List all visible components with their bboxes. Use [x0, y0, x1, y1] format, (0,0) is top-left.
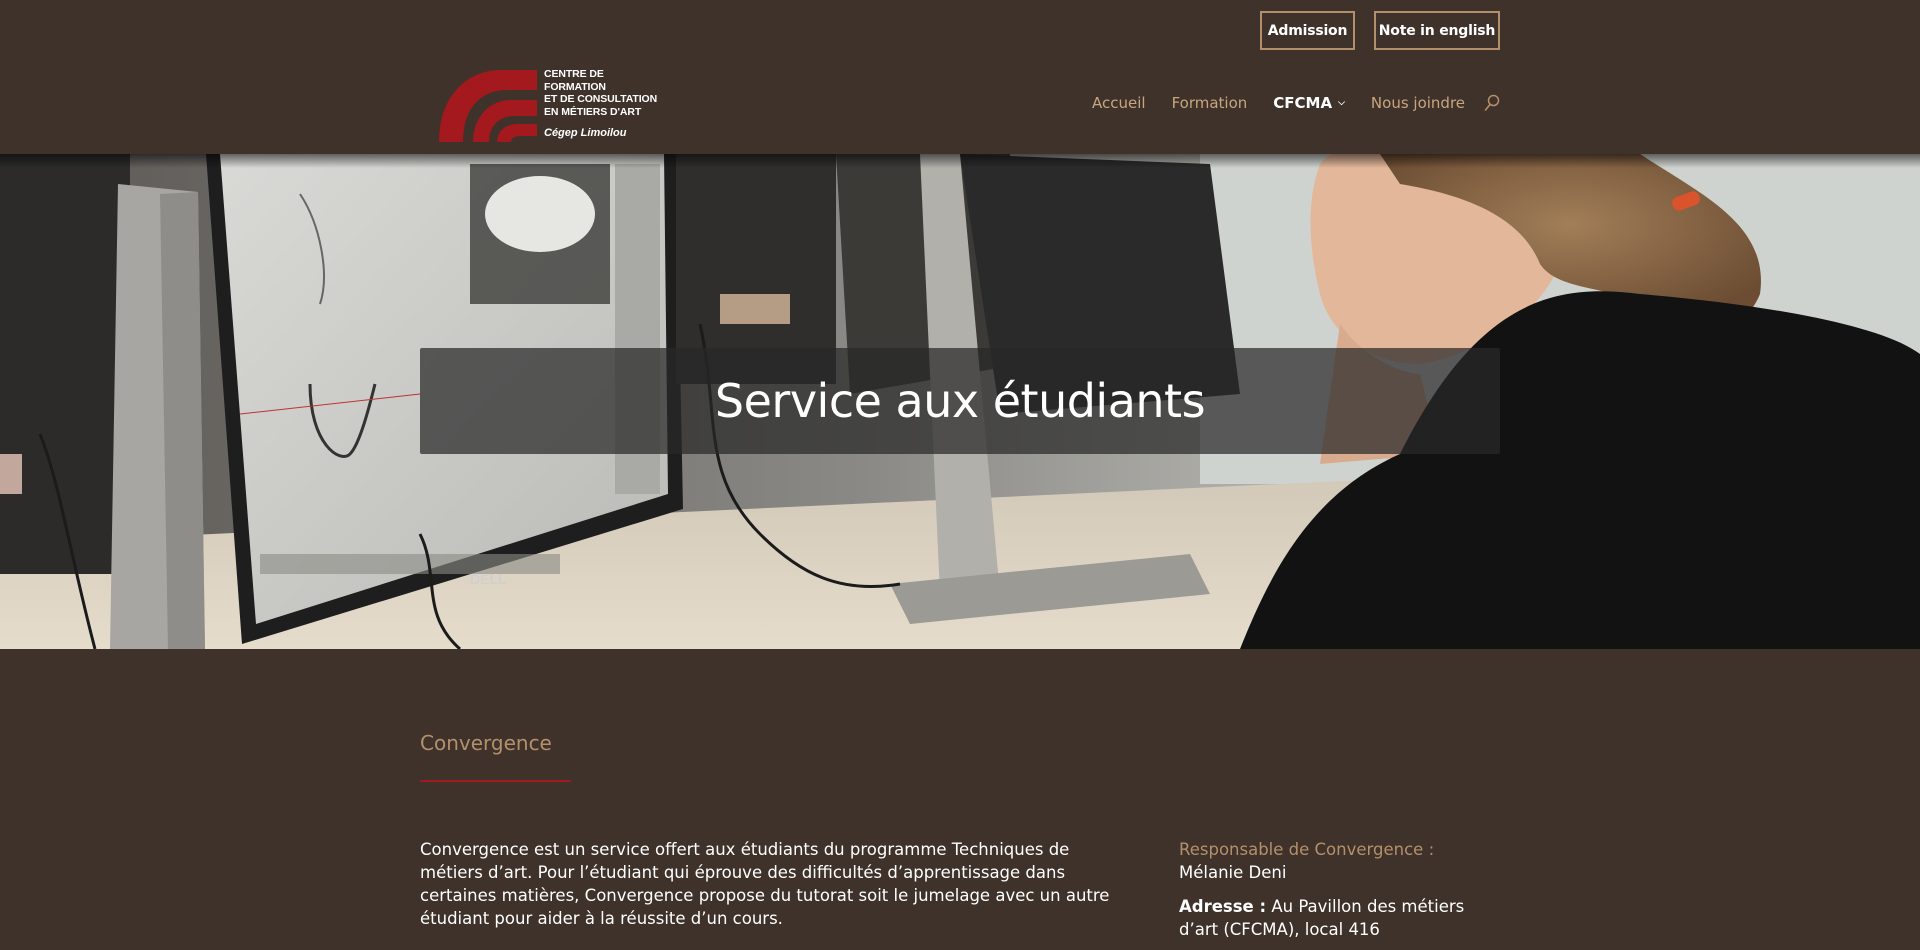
page-title: Service aux étudiants: [714, 374, 1206, 428]
nav-item-cfcma[interactable]: CFCMA ⌵: [1273, 94, 1345, 112]
section-body: Convergence est un service offert aux ét…: [420, 840, 1110, 928]
address: Adresse : Au Pavillon des métiers d’art …: [1179, 895, 1499, 941]
nav-item-nous-joindre[interactable]: Nous joindre: [1371, 94, 1465, 112]
admission-button[interactable]: Admission: [1260, 11, 1355, 50]
contact-info: Responsable de Convergence : Mélanie Den…: [1179, 838, 1499, 941]
logo-mark-icon: [439, 70, 537, 142]
main-content: Convergence Convergence est un service o…: [0, 649, 1920, 950]
english-note-button[interactable]: Note in english: [1374, 11, 1500, 50]
chevron-down-icon: ⌵: [1338, 98, 1345, 108]
address-label: Adresse :: [1179, 897, 1267, 916]
hero-title-box: Service aux étudiants: [420, 348, 1500, 454]
svg-text:DELL: DELL: [470, 571, 507, 587]
responsable-name: Mélanie Deni: [1179, 863, 1287, 882]
hero-banner: DELL Service aux étudiants: [0, 154, 1920, 649]
section-title: Convergence: [420, 731, 552, 755]
main-nav: Accueil Formation CFCMA ⌵ Nous joindre: [1092, 92, 1491, 114]
nav-item-formation[interactable]: Formation: [1172, 94, 1248, 112]
search-icon[interactable]: [1484, 94, 1500, 112]
logo-text: CENTRE DE FORMATION ET DE CONSULTATION E…: [544, 68, 658, 118]
section-divider: [420, 780, 571, 782]
nav-item-cfcma-label: CFCMA: [1273, 94, 1333, 112]
logo-subtitle: Cégep Limoilou: [544, 127, 627, 139]
site-header: Admission Note in english CENTRE DE FORM…: [0, 0, 1920, 154]
nav-item-accueil[interactable]: Accueil: [1092, 94, 1146, 112]
site-logo[interactable]: CENTRE DE FORMATION ET DE CONSULTATION E…: [437, 64, 667, 144]
header-shadow: [0, 154, 1920, 168]
responsable-label: Responsable de Convergence :: [1179, 840, 1435, 859]
